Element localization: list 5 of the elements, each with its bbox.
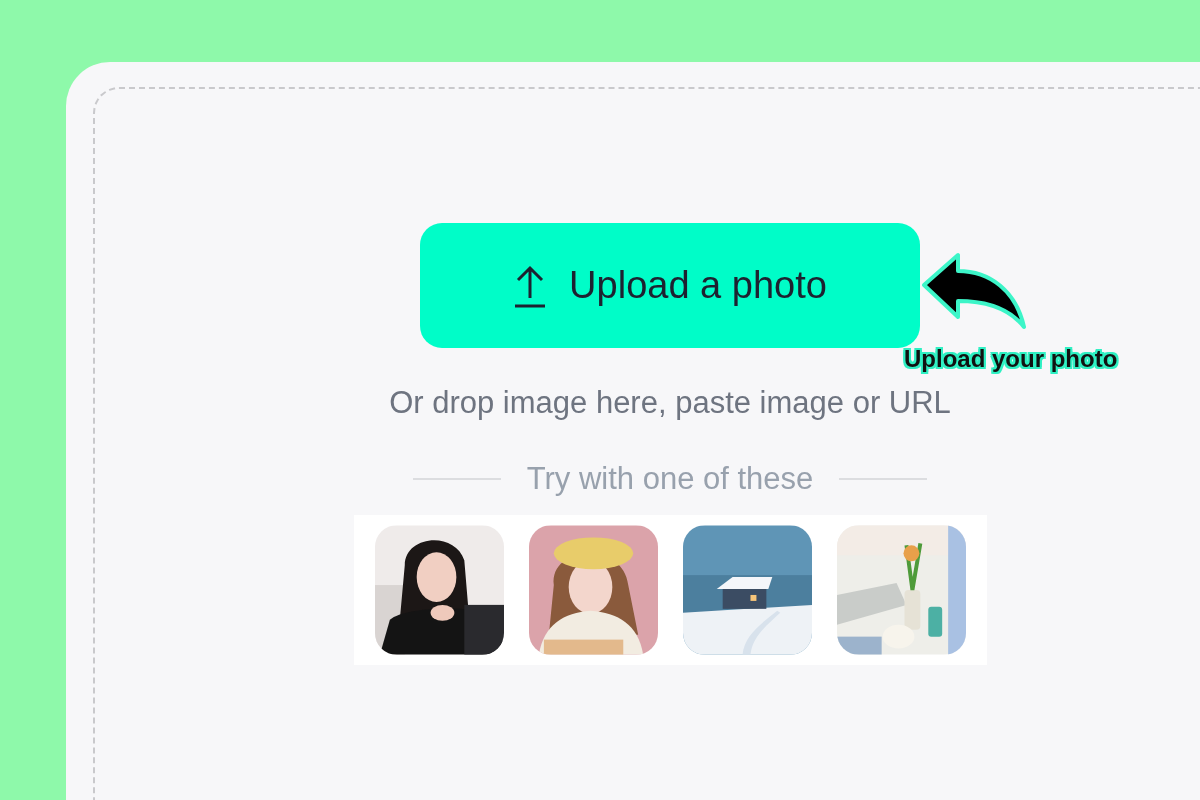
- annotation-label: Upload your photo: [904, 345, 1118, 373]
- samples-heading: Try with one of these: [526, 461, 814, 497]
- drop-hint: Or drop image here, paste image or URL: [389, 385, 951, 421]
- upload-icon: [513, 263, 548, 308]
- upload-button[interactable]: Upload a photo: [420, 223, 920, 348]
